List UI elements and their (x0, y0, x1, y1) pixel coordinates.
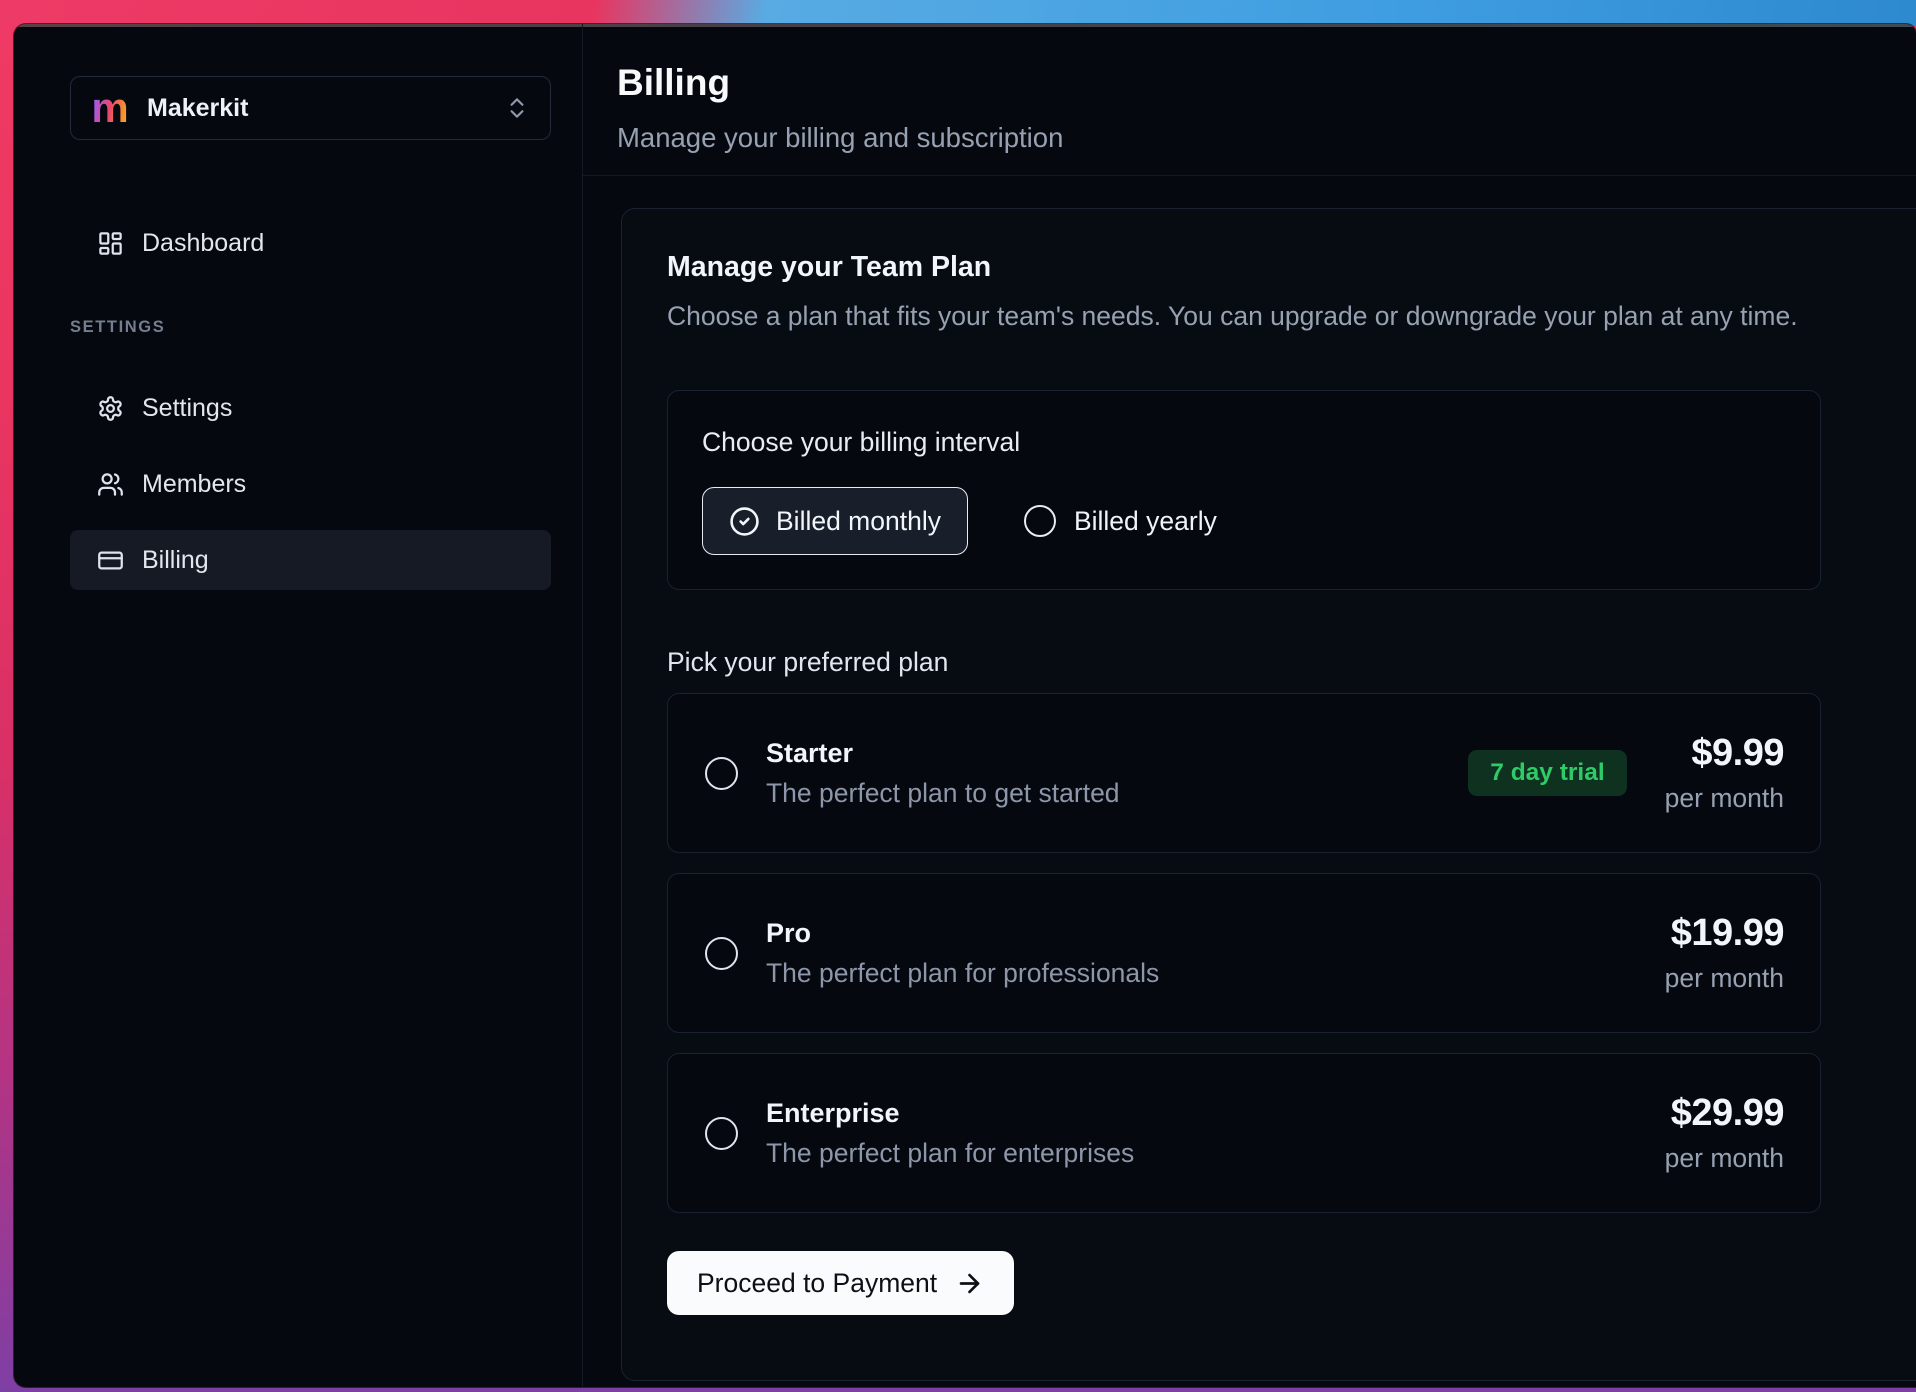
sidebar-item-label: Members (142, 470, 246, 499)
makerkit-logo-icon: m (91, 89, 129, 127)
billing-interval-label: Choose your billing interval (702, 427, 1020, 458)
page-title: Billing (617, 62, 730, 104)
card-title: Manage your Team Plan (667, 251, 991, 284)
plan-price-block: $9.99 per month (1665, 732, 1784, 814)
sidebar-item-members[interactable]: Members (70, 456, 551, 512)
radio-icon (1024, 505, 1056, 537)
page-subtitle: Manage your billing and subscription (617, 122, 1063, 154)
chevrons-up-down-icon (504, 95, 530, 121)
plan-name: Starter (766, 738, 1120, 769)
arrow-right-icon (955, 1269, 984, 1298)
plan-period: per month (1665, 783, 1784, 814)
team-plan-card: Manage your Team Plan Choose a plan that… (621, 208, 1916, 1381)
plan-row-enterprise[interactable]: Enterprise The perfect plan for enterpri… (667, 1053, 1821, 1213)
users-icon (97, 471, 124, 498)
sidebar-item-label: Billing (142, 546, 209, 575)
proceed-button-label: Proceed to Payment (697, 1268, 937, 1299)
interval-option-label: Billed monthly (776, 506, 941, 537)
sidebar: m Makerkit Dashboard SETTINGS (14, 24, 583, 1387)
plan-row-pro[interactable]: Pro The perfect plan for professionals $… (667, 873, 1821, 1033)
plan-row-starter[interactable]: Starter The perfect plan to get started … (667, 693, 1821, 853)
dashboard-icon (97, 230, 124, 257)
interval-option-label: Billed yearly (1074, 506, 1217, 537)
workspace-switcher[interactable]: m Makerkit (70, 76, 551, 140)
plan-name: Enterprise (766, 1098, 1134, 1129)
plan-period: per month (1665, 1143, 1784, 1174)
card-description: Choose a plan that fits your team's need… (667, 301, 1798, 332)
app-window: m Makerkit Dashboard SETTINGS (14, 24, 1916, 1387)
sidebar-section-header: SETTINGS (70, 318, 165, 337)
interval-option-yearly[interactable]: Billed yearly (1024, 505, 1217, 537)
sidebar-item-billing[interactable]: Billing (70, 530, 551, 590)
plan-description: The perfect plan for enterprises (766, 1138, 1134, 1169)
radio-icon[interactable] (705, 937, 738, 970)
plan-name: Pro (766, 918, 1159, 949)
sidebar-item-label: Settings (142, 394, 232, 423)
proceed-to-payment-button[interactable]: Proceed to Payment (667, 1251, 1014, 1315)
billing-interval-group: Choose your billing interval Billed mont… (667, 390, 1821, 590)
plan-price: $19.99 (1665, 912, 1784, 955)
main-content: Billing Manage your billing and subscrip… (583, 24, 1916, 1387)
plan-period: per month (1665, 963, 1784, 994)
radio-icon[interactable] (705, 757, 738, 790)
plans-label: Pick your preferred plan (667, 647, 948, 678)
trial-badge: 7 day trial (1468, 750, 1626, 796)
plan-description: The perfect plan to get started (766, 778, 1120, 809)
desktop-wallpaper: m Makerkit Dashboard SETTINGS (0, 0, 1916, 1392)
plan-price: $29.99 (1665, 1092, 1784, 1135)
plan-info: Enterprise The perfect plan for enterpri… (766, 1098, 1134, 1169)
credit-card-icon (97, 547, 124, 574)
plan-info: Pro The perfect plan for professionals (766, 918, 1159, 989)
interval-option-monthly[interactable]: Billed monthly (702, 487, 968, 555)
workspace-name: Makerkit (147, 94, 248, 123)
plan-info: Starter The perfect plan to get started (766, 738, 1120, 809)
check-circle-icon (729, 506, 760, 537)
plan-description: The perfect plan for professionals (766, 958, 1159, 989)
sidebar-item-settings[interactable]: Settings (70, 380, 551, 436)
wallpaper-top-strip (0, 0, 1916, 26)
plan-price-block: $19.99 per month (1665, 912, 1784, 994)
billing-interval-options: Billed monthly Billed yearly (702, 487, 1217, 555)
sidebar-item-label: Dashboard (142, 229, 264, 258)
gear-icon (97, 395, 124, 422)
plan-price: $9.99 (1665, 732, 1784, 775)
plan-price-block: $29.99 per month (1665, 1092, 1784, 1174)
sidebar-item-dashboard[interactable]: Dashboard (70, 215, 551, 271)
header-divider (583, 175, 1916, 176)
radio-icon[interactable] (705, 1117, 738, 1150)
